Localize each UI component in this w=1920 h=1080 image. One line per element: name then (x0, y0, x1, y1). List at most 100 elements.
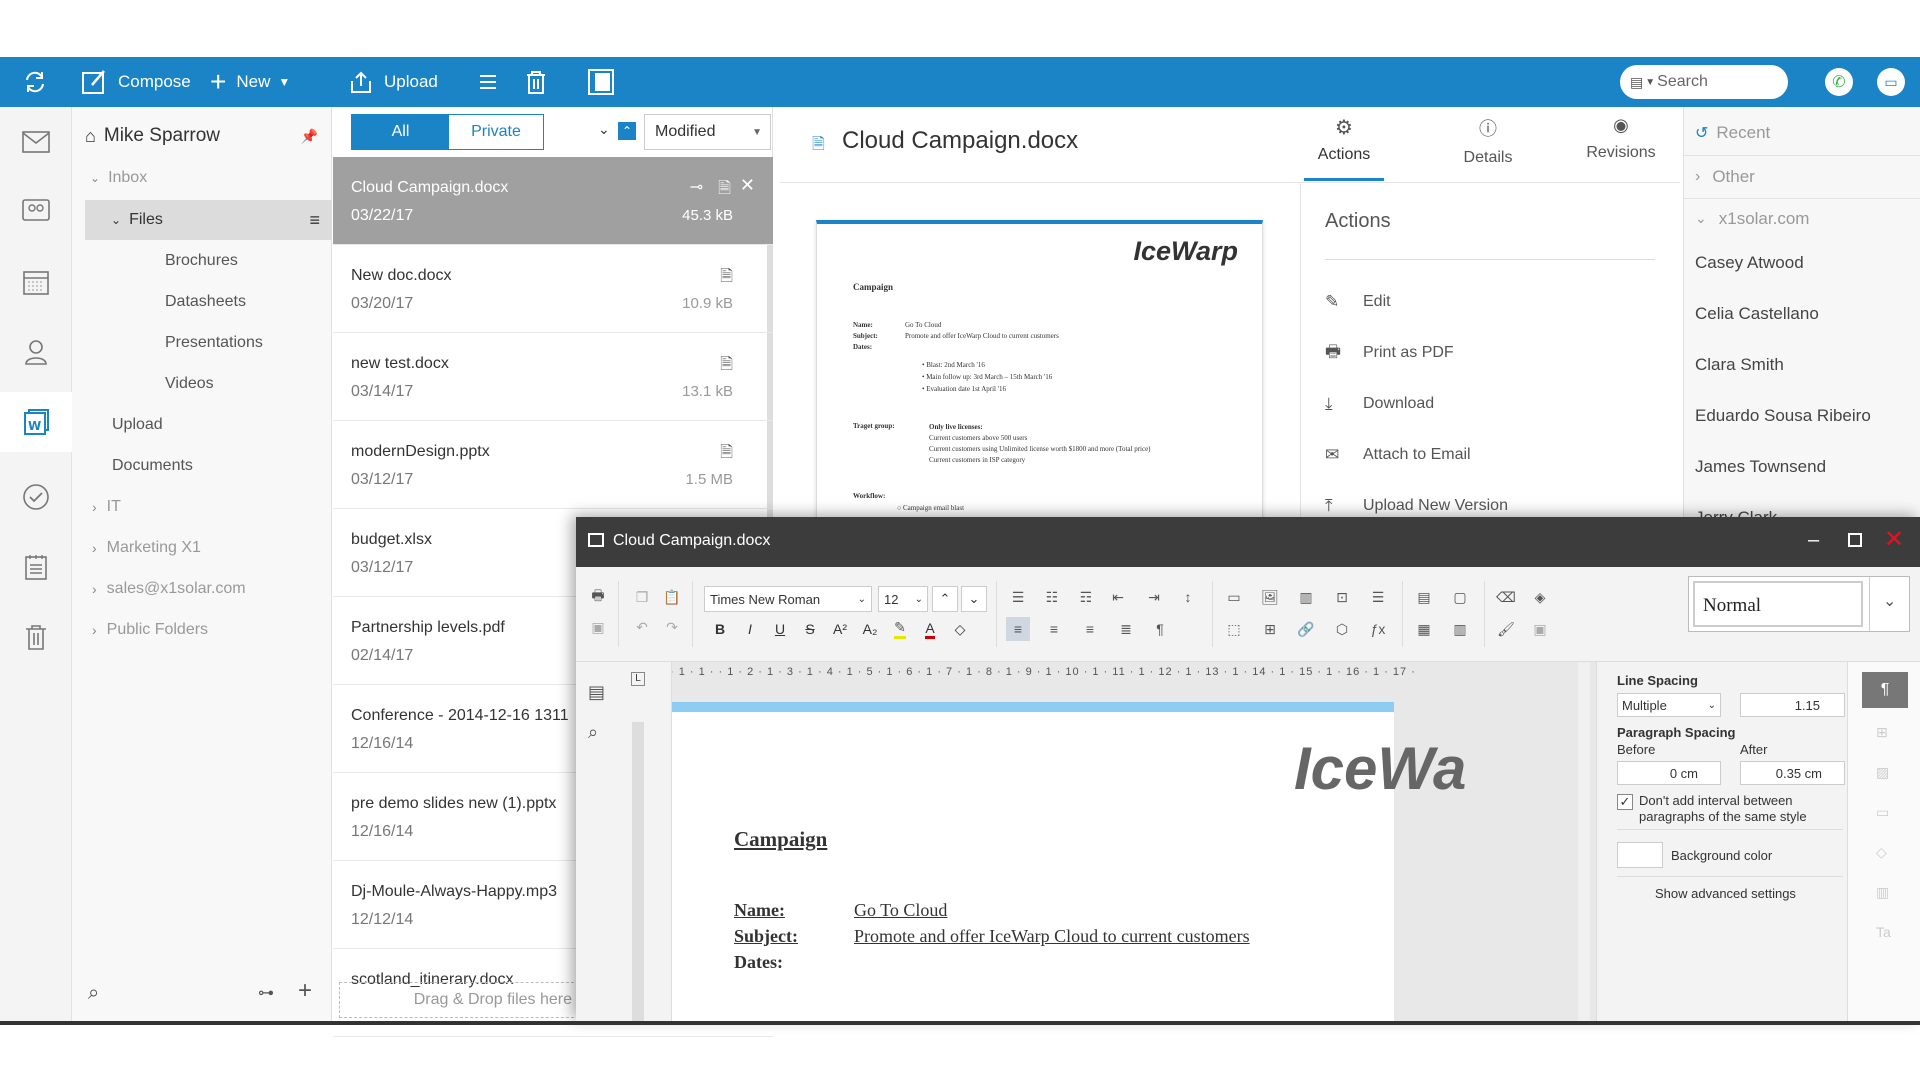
align-left-icon[interactable]: ≡ (1006, 617, 1030, 641)
shape-settings-icon[interactable]: ◇ (1876, 844, 1887, 861)
increase-font-button[interactable]: ⌃ (932, 586, 958, 612)
key-icon[interactable]: ⊸ (690, 177, 703, 197)
justify-icon[interactable]: ≣ (1114, 617, 1138, 641)
folder-marketing[interactable]: › Marketing X1 (72, 528, 332, 568)
contact-item[interactable]: Celia Castellano (1684, 288, 1920, 339)
insert-chart-icon[interactable]: ▥ (1294, 585, 1318, 609)
subscript-button[interactable]: A₂ (858, 617, 882, 641)
notes-app-button[interactable] (0, 537, 72, 597)
advanced-settings-link[interactable]: Show advanced settings (1655, 886, 1796, 901)
style-selector[interactable]: Normal ⌄ (1688, 576, 1910, 632)
insert-image-icon[interactable]: 🖼 (1258, 585, 1282, 609)
folder-datasheets[interactable]: Datasheets (72, 282, 332, 322)
insert-equation-icon[interactable]: ☰ (1366, 585, 1390, 609)
chart-settings-icon[interactable]: ▥ (1876, 884, 1889, 901)
group-icon[interactable]: ▥ (1448, 617, 1472, 641)
paragraph-mark-icon[interactable]: ¶ (1148, 617, 1172, 641)
fill-icon[interactable]: ◈ (1528, 585, 1552, 609)
preview-toggle-button[interactable] (587, 57, 615, 107)
folder-inbox[interactable]: ⌄ Inbox (72, 158, 332, 198)
increase-indent-icon[interactable]: ⇥ (1142, 585, 1166, 609)
image-settings-icon[interactable]: ▨ (1876, 764, 1889, 781)
copy-icon[interactable]: ❐ (630, 585, 654, 609)
redo-icon[interactable]: ↷ (660, 615, 684, 639)
eraser-icon[interactable]: ⌫ (1494, 585, 1518, 609)
close-icon[interactable]: ✕ (740, 175, 755, 196)
file-row[interactable]: new test.docx 03/14/17 13.1 kB 🗎 (333, 333, 773, 421)
textart-settings-icon[interactable]: Ta (1876, 924, 1891, 940)
tree-view-icon[interactable]: ⊶ (258, 983, 274, 1003)
folder-videos[interactable]: Videos (72, 364, 332, 404)
minimize-button[interactable]: – (1808, 529, 1819, 552)
tab-details[interactable]: ⓘ Details (1448, 115, 1528, 181)
tab-stop-button[interactable]: L (631, 672, 645, 686)
refresh-button[interactable] (22, 57, 48, 107)
compose-button[interactable]: Compose (80, 57, 191, 107)
line-spacing-value-input[interactable]: 1.15 (1740, 693, 1845, 717)
sort-direction-icon[interactable]: ⌃ (618, 122, 636, 140)
action-item[interactable]: ⤓ Download (1325, 384, 1655, 424)
upload-button[interactable]: Upload (348, 57, 438, 107)
decrease-font-button[interactable]: ⌄ (961, 586, 987, 612)
document-canvas[interactable]: · 1 · 1 · · 1 · 2 · 1 · 3 · 1 · 4 · 1 · … (672, 662, 1596, 1021)
table-settings-icon[interactable]: ⊞ (1876, 724, 1888, 741)
background-color-swatch[interactable] (1617, 842, 1663, 868)
borders-icon[interactable]: ⬚ (1222, 617, 1246, 641)
align-right-icon[interactable]: ≡ (1078, 617, 1102, 641)
account-header[interactable]: ⌂ Mike Sparrow 📌 (72, 116, 332, 156)
font-size-select[interactable]: 12 ⌄ (878, 586, 928, 612)
format-painter-icon[interactable]: 🖌 (1494, 617, 1518, 641)
line-spacing-icon[interactable]: ↕ (1176, 585, 1200, 609)
tab-revisions[interactable]: ◉ Revisions (1576, 115, 1666, 181)
folder-files[interactable]: ⌄ Files ≡ (85, 200, 332, 240)
maximize-button[interactable] (1848, 533, 1862, 547)
wrap-icon[interactable]: ▢ (1448, 585, 1472, 609)
folder-brochures[interactable]: Brochures (72, 241, 332, 281)
search-icon[interactable]: ⌕ (88, 982, 99, 1005)
chevron-down-icon[interactable]: ⌄ (598, 121, 610, 138)
search-icon[interactable]: ⌕ (588, 722, 598, 743)
link-icon[interactable]: 🔗 (1294, 617, 1318, 641)
font-select[interactable]: Times New Roman ⌄ (704, 586, 872, 612)
call-button[interactable]: ✆ (1825, 57, 1853, 107)
save-icon[interactable]: ▣ (586, 615, 610, 639)
contact-item[interactable]: Casey Atwood (1684, 237, 1920, 288)
interval-checkbox[interactable]: ✓ (1617, 794, 1633, 810)
filter-all-button[interactable]: All (352, 115, 449, 149)
editor-scrollbar[interactable] (1578, 662, 1590, 1021)
numbered-list-icon[interactable]: ☷ (1040, 585, 1064, 609)
page-layout-icon[interactable]: ▭ (1222, 585, 1246, 609)
action-item[interactable]: 🖶 Print as PDF (1325, 333, 1655, 373)
stamp-icon[interactable]: ▣ (1528, 617, 1552, 641)
file-row[interactable]: modernDesign.pptx 03/12/17 1.5 MB 🗎 (333, 421, 773, 509)
header-settings-icon[interactable]: ▭ (1876, 804, 1889, 821)
font-color-icon[interactable]: A (918, 617, 942, 641)
underline-button[interactable]: U (768, 617, 792, 641)
list-view-button[interactable] (478, 57, 498, 107)
preview-page[interactable]: IceWarp Campaign Name: Subject: Dates: G… (816, 220, 1263, 540)
document-icon[interactable]: ▤ (588, 682, 605, 703)
search-input[interactable]: ▤ ▼ Search (1620, 65, 1788, 99)
clear-format-icon[interactable]: ◇ (948, 617, 972, 641)
multilevel-list-icon[interactable]: ☶ (1074, 585, 1098, 609)
insert-textbox-icon[interactable]: ⊡ (1330, 585, 1354, 609)
editor-page[interactable]: IceWa Campaign Name: Subject: Dates: Go … (672, 702, 1466, 1021)
file-row[interactable]: Cloud Campaign.docx 03/22/17 45.3 kB ⊸ 🗎 ✕ (333, 157, 773, 245)
superscript-button[interactable]: A² (828, 617, 852, 641)
shape-icon[interactable]: ⬡ (1330, 617, 1354, 641)
new-button[interactable]: + New ▼ (210, 57, 290, 107)
paste-icon[interactable]: 📋 (660, 585, 684, 609)
close-button[interactable]: ✕ (1884, 525, 1904, 554)
contact-item[interactable]: James Townsend (1684, 441, 1920, 492)
drop-zone[interactable]: Drag & Drop files here (339, 982, 579, 1018)
paragraph-settings-icon[interactable]: ¶ (1862, 672, 1908, 708)
file-row[interactable]: New doc.docx 03/20/17 10.9 kB 🗎 (333, 245, 773, 333)
highlight-icon[interactable]: ✎ (888, 617, 912, 641)
formula-icon[interactable]: ƒx (1366, 617, 1390, 641)
bullet-list-icon[interactable]: ☰ (1006, 585, 1030, 609)
folder-presentations[interactable]: Presentations (72, 323, 332, 363)
undo-icon[interactable]: ↶ (630, 615, 654, 639)
tasks-app-button[interactable] (0, 467, 72, 527)
strikethrough-button[interactable]: S (798, 617, 822, 641)
filter-private-button[interactable]: Private (449, 115, 543, 149)
